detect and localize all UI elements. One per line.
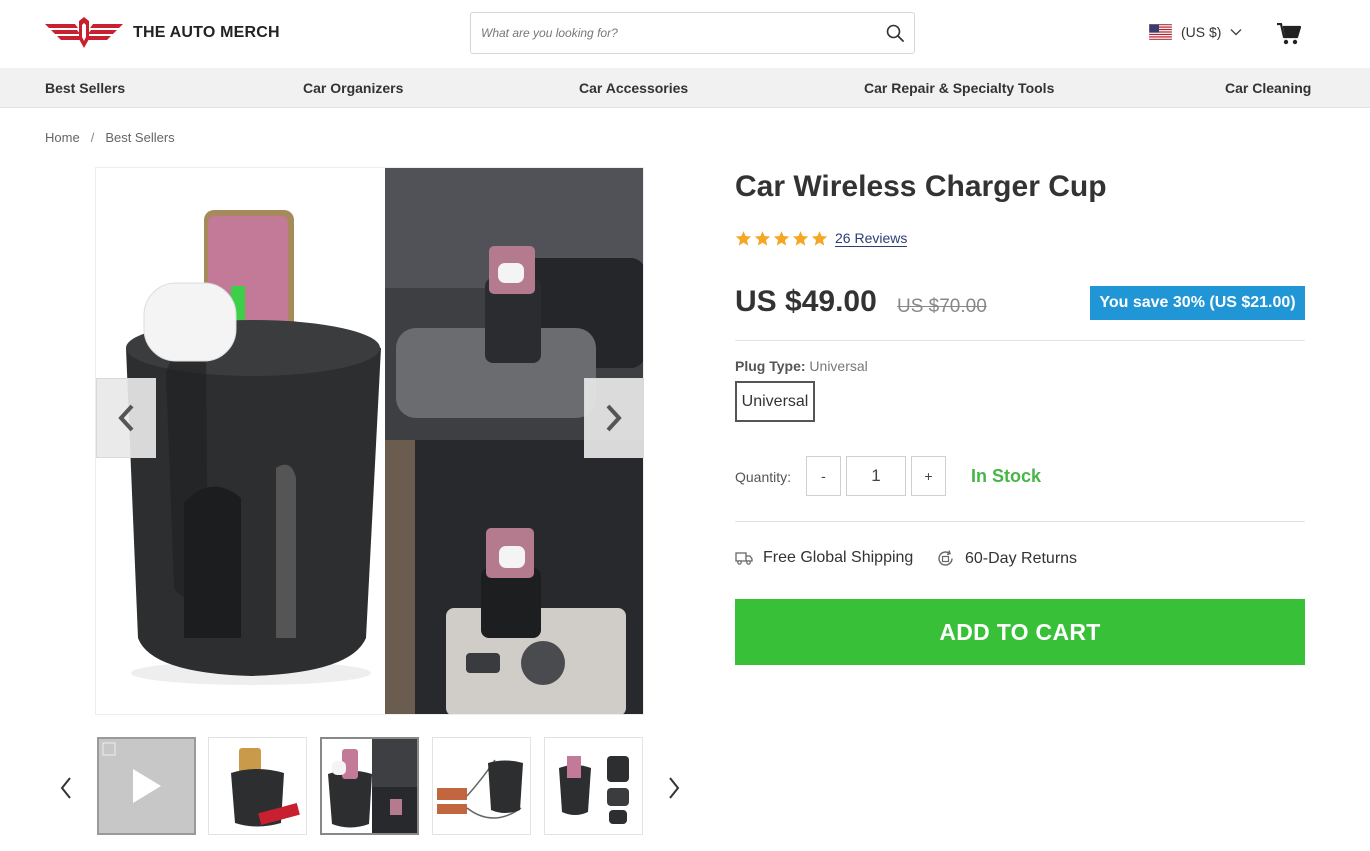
us-flag-icon xyxy=(1149,24,1172,40)
play-icon xyxy=(102,742,161,803)
quantity-increase-button[interactable]: + xyxy=(911,456,946,496)
variant-universal-button[interactable]: Universal xyxy=(735,381,815,422)
cart-icon[interactable] xyxy=(1277,23,1301,45)
chevron-down-icon xyxy=(1230,29,1242,36)
search-input[interactable] xyxy=(481,13,881,53)
nav-item-car-repair[interactable]: Car Repair & Specialty Tools xyxy=(864,80,1054,96)
compare-price: US $70.00 xyxy=(897,296,987,317)
option-label: Plug Type: Universal xyxy=(735,358,868,374)
breadcrumb-current[interactable]: Best Sellers xyxy=(105,130,174,145)
star-icon xyxy=(792,231,809,246)
truck-icon xyxy=(735,552,753,565)
search-box xyxy=(470,12,915,54)
breadcrumb-separator: / xyxy=(90,130,95,145)
thumb-next-icon[interactable] xyxy=(666,775,682,801)
nav-item-car-organizers[interactable]: Car Organizers xyxy=(303,80,403,96)
shipping-label: Free Global Shipping xyxy=(763,549,914,566)
thumbnail-photo xyxy=(322,739,417,833)
product-title: Car Wireless Charger Cup xyxy=(735,170,1107,203)
currency-selector[interactable]: (US $) xyxy=(1149,24,1242,40)
currency-label: (US $) xyxy=(1181,24,1222,40)
breadcrumb: Home / Best Sellers xyxy=(45,130,175,145)
product-photo xyxy=(96,168,643,714)
divider xyxy=(735,521,1305,522)
thumb-prev-icon[interactable] xyxy=(58,775,74,801)
shipping-feature: Free Global Shipping xyxy=(735,549,913,567)
quantity-label: Quantity: xyxy=(735,469,792,485)
gallery-prev-button[interactable] xyxy=(96,378,156,458)
chevron-left-icon xyxy=(118,404,134,432)
reviews-link[interactable]: 26 Reviews xyxy=(835,230,908,247)
returns-icon xyxy=(938,550,953,566)
star-icon xyxy=(773,231,790,246)
nav-item-car-cleaning[interactable]: Car Cleaning xyxy=(1225,80,1311,96)
returns-feature: 60-Day Returns xyxy=(936,549,1077,568)
nav-item-best-sellers[interactable]: Best Sellers xyxy=(45,80,125,96)
nav-item-car-accessories[interactable]: Car Accessories xyxy=(579,80,688,96)
thumbnail-image-2[interactable] xyxy=(320,737,419,835)
main-product-image xyxy=(95,167,644,715)
thumbnail-image-4[interactable] xyxy=(544,737,643,835)
thumbnail-image-1[interactable] xyxy=(208,737,307,835)
product-price: US $49.00 xyxy=(735,285,877,318)
option-value: Universal xyxy=(809,358,868,374)
thumbnail-photo xyxy=(209,738,306,834)
divider xyxy=(735,340,1305,341)
thumbnail-photo xyxy=(545,738,642,834)
quantity-input[interactable] xyxy=(846,456,906,496)
thumbnail-photo xyxy=(433,738,530,834)
stock-status: In Stock xyxy=(971,466,1042,486)
star-icon xyxy=(754,231,771,246)
star-icon xyxy=(811,231,828,246)
star-icon xyxy=(735,231,752,246)
chevron-right-icon xyxy=(606,404,622,432)
add-to-cart-button[interactable]: ADD TO CART xyxy=(735,599,1305,665)
main-nav: Best Sellers Car Organizers Car Accessor… xyxy=(0,68,1370,108)
brand-name: THE AUTO MERCH xyxy=(133,24,280,41)
site-header: THE AUTO MERCH (US $) xyxy=(0,0,1370,68)
gallery-next-button[interactable] xyxy=(584,378,644,458)
eagle-logo-icon xyxy=(45,17,123,48)
quantity-decrease-button[interactable]: - xyxy=(806,456,841,496)
brand-logo[interactable]: THE AUTO MERCH xyxy=(45,17,280,49)
breadcrumb-home[interactable]: Home xyxy=(45,130,80,145)
returns-label: 60-Day Returns xyxy=(965,549,1078,567)
thumbnail-video[interactable] xyxy=(97,737,196,835)
option-name: Plug Type: xyxy=(735,358,806,374)
thumbnail-image-3[interactable] xyxy=(432,737,531,835)
save-badge: You save 30% (US $21.00) xyxy=(1090,286,1305,320)
rating-stars xyxy=(735,230,828,247)
search-icon[interactable] xyxy=(886,24,904,42)
